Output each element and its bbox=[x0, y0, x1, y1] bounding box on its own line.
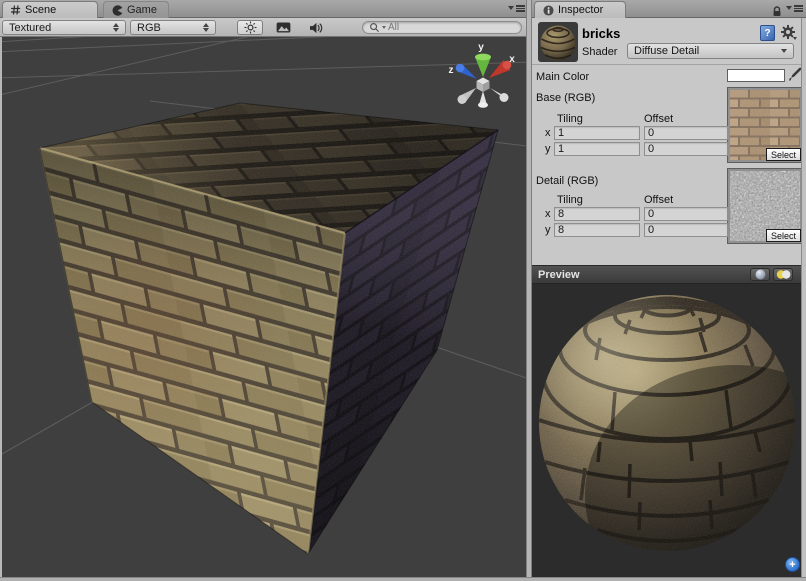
detail-tiling-y-field[interactable] bbox=[554, 223, 640, 237]
channel-mode-dropdown[interactable]: RGB bbox=[130, 20, 216, 35]
material-preview-thumbnail[interactable] bbox=[538, 22, 578, 62]
sphere-icon bbox=[755, 269, 766, 280]
preview-light-toggle[interactable] bbox=[773, 268, 793, 281]
tab-game[interactable]: Game bbox=[103, 1, 169, 18]
chevron-down-icon bbox=[786, 6, 792, 10]
updown-arrows-icon bbox=[113, 23, 119, 32]
preview-title: Preview bbox=[538, 269, 580, 281]
scene-grid-icon bbox=[11, 5, 21, 15]
detail-tiling-header: Tiling bbox=[557, 194, 583, 206]
detail-section-title: Detail (RGB) bbox=[536, 175, 598, 187]
gizmo-y-label[interactable]: y bbox=[478, 42, 484, 53]
shader-dropdown[interactable]: Diffuse Detail bbox=[627, 43, 794, 59]
tab-inspector-label: Inspector bbox=[558, 4, 603, 16]
scene-panel-menu-button[interactable] bbox=[508, 5, 525, 12]
base-y-label: y bbox=[545, 143, 551, 155]
detail-offset-y-field[interactable] bbox=[644, 223, 728, 237]
gizmo-z-label[interactable]: z bbox=[449, 65, 454, 76]
chevron-down-icon bbox=[781, 49, 787, 53]
gizmo-x-label[interactable]: x bbox=[509, 54, 515, 65]
preview-viewport[interactable] bbox=[532, 284, 801, 577]
base-x-label: x bbox=[545, 127, 551, 139]
eyedropper-button[interactable] bbox=[788, 66, 802, 87]
detail-offset-header: Offset bbox=[644, 194, 673, 206]
scene-fx-toggle[interactable] bbox=[270, 20, 296, 35]
menu-icon bbox=[516, 5, 525, 12]
gear-icon bbox=[780, 24, 798, 42]
shader-label: Shader bbox=[582, 46, 617, 58]
game-icon bbox=[112, 5, 123, 16]
tab-inspector[interactable]: Inspector bbox=[534, 1, 626, 18]
render-mode-value: Textured bbox=[9, 22, 51, 34]
inspector-tabbar: Inspector bbox=[532, 0, 806, 18]
scene-toolbar: Textured RGB bbox=[0, 18, 527, 37]
inspector-menu-button[interactable] bbox=[786, 5, 803, 12]
main-color-label: Main Color bbox=[536, 71, 589, 83]
render-mode-dropdown[interactable]: Textured bbox=[2, 20, 126, 35]
image-icon bbox=[276, 22, 291, 33]
preview-sphere bbox=[532, 284, 801, 577]
detail-x-label: x bbox=[545, 208, 551, 220]
panel-divider[interactable] bbox=[526, 0, 532, 577]
tab-game-label: Game bbox=[127, 4, 157, 16]
search-placeholder: All bbox=[388, 22, 399, 33]
eyedropper-icon bbox=[788, 66, 802, 82]
window-right-edge bbox=[801, 18, 806, 577]
brick-cube[interactable] bbox=[2, 37, 527, 577]
preview-zoom-button[interactable]: + bbox=[785, 557, 800, 572]
speaker-icon bbox=[309, 22, 323, 34]
scene-3d-view: y x z bbox=[2, 37, 527, 577]
detail-select-button[interactable]: Select bbox=[766, 229, 801, 242]
info-icon bbox=[543, 5, 554, 16]
channel-mode-value: RGB bbox=[137, 22, 161, 34]
help-button[interactable]: ? bbox=[760, 25, 775, 41]
search-filter-caret-icon bbox=[382, 26, 386, 29]
updown-arrows-icon bbox=[203, 23, 209, 32]
unity-editor-window: Scene Game Textured RGB bbox=[0, 0, 806, 581]
detail-offset-x-field[interactable] bbox=[644, 207, 728, 221]
scene-lighting-toggle[interactable] bbox=[237, 20, 263, 35]
two-lights-icon bbox=[776, 269, 791, 280]
base-offset-x-field[interactable] bbox=[644, 126, 728, 140]
scene-orientation-gizmo[interactable]: y x z bbox=[449, 42, 516, 108]
window-bottom-edge bbox=[0, 577, 806, 581]
menu-icon bbox=[794, 5, 803, 12]
base-texture-thumbnail[interactable]: Select bbox=[728, 88, 802, 162]
chevron-down-icon bbox=[508, 6, 514, 10]
detail-texture-thumbnail[interactable]: Select bbox=[728, 169, 802, 243]
base-select-button[interactable]: Select bbox=[766, 148, 801, 161]
base-offset-y-field[interactable] bbox=[644, 142, 728, 156]
tab-scene[interactable]: Scene bbox=[2, 1, 98, 18]
scene-audio-toggle[interactable] bbox=[303, 20, 329, 35]
tab-scene-label: Scene bbox=[25, 4, 56, 16]
scene-tabbar: Scene Game bbox=[0, 0, 527, 18]
detail-tiling-x-field[interactable] bbox=[554, 207, 640, 221]
sun-icon bbox=[244, 21, 257, 34]
search-icon bbox=[369, 22, 380, 33]
preview-mesh-button[interactable] bbox=[750, 268, 770, 281]
scene-viewport[interactable]: y x z bbox=[0, 37, 527, 577]
help-glyph: ? bbox=[764, 28, 770, 39]
material-name: bricks bbox=[582, 26, 620, 41]
base-tiling-y-field[interactable] bbox=[554, 142, 640, 156]
base-tiling-x-field[interactable] bbox=[554, 126, 640, 140]
lock-icon bbox=[772, 6, 782, 17]
base-tiling-header: Tiling bbox=[557, 113, 583, 125]
shader-value: Diffuse Detail bbox=[634, 45, 699, 57]
main-color-swatch[interactable] bbox=[727, 69, 785, 82]
scene-search-field[interactable]: All bbox=[362, 21, 522, 34]
base-section-title: Base (RGB) bbox=[536, 92, 595, 104]
base-offset-header: Offset bbox=[644, 113, 673, 125]
preview-header[interactable]: Preview bbox=[532, 265, 801, 284]
header-separator bbox=[532, 64, 801, 65]
detail-y-label: y bbox=[545, 224, 551, 236]
